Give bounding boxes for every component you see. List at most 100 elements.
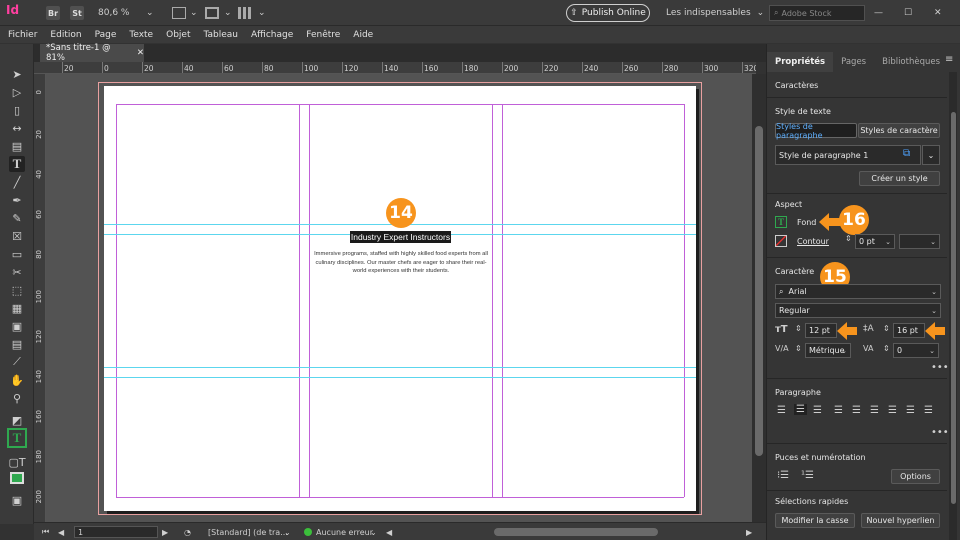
- kerning-field[interactable]: Métrique ⌄: [805, 343, 851, 358]
- maximize-button[interactable]: ☐: [904, 5, 912, 21]
- arrange-documents-icon[interactable]: [238, 7, 252, 19]
- panel-scroll-thumb[interactable]: [951, 112, 956, 504]
- screen-mode-normal-icon[interactable]: ▣: [9, 492, 25, 508]
- gap-tool-icon[interactable]: ↔: [9, 120, 25, 136]
- document-tab[interactable]: *Sans titre-1 @ 81% ✕: [40, 43, 144, 63]
- stroke-stepper-icon[interactable]: ⇕: [845, 234, 852, 243]
- justify-right-icon[interactable]: ☰: [870, 405, 879, 416]
- menu-aide[interactable]: Aide: [353, 30, 373, 40]
- stroke-weight-field[interactable]: 0 pt ⌄: [855, 234, 895, 249]
- leading-stepper-icon[interactable]: ⇕: [883, 324, 890, 333]
- zoom-level[interactable]: 80,6 %: [98, 5, 129, 21]
- arrange-chevron-down-icon[interactable]: ⌄: [258, 5, 266, 21]
- menu-objet[interactable]: Objet: [166, 30, 190, 40]
- panel-menu-icon[interactable]: ≡: [945, 54, 953, 65]
- screen-chevron-down-icon[interactable]: ⌄: [224, 5, 232, 21]
- content-collector-icon[interactable]: ▤: [9, 138, 25, 154]
- fill-swatch-icon[interactable]: T: [775, 216, 787, 228]
- menu-edition[interactable]: Edition: [50, 30, 81, 40]
- profile-chevron-down-icon[interactable]: ⌄: [284, 526, 291, 538]
- more-character-options-icon[interactable]: •••: [931, 362, 949, 373]
- font-family-select[interactable]: ⌕ Arial ⌄: [775, 284, 941, 299]
- rectangle-tool-icon[interactable]: ▭: [9, 246, 25, 262]
- menu-fenetre[interactable]: Fenêtre: [306, 30, 340, 40]
- previous-page-icon[interactable]: ◀: [58, 526, 64, 538]
- ruler-guide[interactable]: [104, 367, 696, 368]
- justify-center-icon[interactable]: ☰: [852, 405, 861, 416]
- contour-label[interactable]: Contour: [797, 237, 829, 246]
- tracking-field[interactable]: 0 ⌄: [893, 343, 939, 358]
- zoom-tool-icon[interactable]: ⚲: [9, 390, 25, 406]
- note-tool-icon[interactable]: ▤: [9, 336, 25, 352]
- default-colors-icon[interactable]: ◩: [9, 412, 25, 428]
- tracking-stepper-icon[interactable]: ⇕: [883, 344, 890, 353]
- menu-page[interactable]: Page: [95, 30, 117, 40]
- horizontal-ruler[interactable]: 20 0 20 40 60 80 100 120 140 160 180 200 220 240 260 28…: [34, 62, 756, 74]
- scroll-right-icon[interactable]: ▶: [746, 526, 752, 538]
- menu-tableau[interactable]: Tableau: [203, 30, 238, 40]
- fond-label[interactable]: Fond: [797, 218, 816, 227]
- preflight-icon[interactable]: ◔: [184, 526, 191, 538]
- align-towards-spine-icon[interactable]: ☰: [906, 405, 915, 416]
- hand-tool-icon[interactable]: ✋: [9, 372, 25, 388]
- error-status[interactable]: Aucune erreur: [316, 526, 373, 538]
- stock-app-button[interactable]: St: [70, 6, 84, 20]
- page-tool-icon[interactable]: ▯: [9, 102, 25, 118]
- leading-field[interactable]: 16 pt: [893, 323, 925, 338]
- screen-mode-icon[interactable]: [205, 7, 219, 19]
- display-chevron-down-icon[interactable]: ⌄: [190, 5, 198, 21]
- bridge-button[interactable]: Br: [46, 6, 60, 20]
- free-transform-tool-icon[interactable]: ⬚: [9, 282, 25, 298]
- adobe-stock-search[interactable]: ⌕ Adobe Stock: [769, 5, 865, 21]
- menu-affichage[interactable]: Affichage: [251, 30, 293, 40]
- close-window-button[interactable]: ✕: [934, 5, 942, 21]
- selected-heading-text[interactable]: Industry Expert Instructors: [350, 231, 451, 243]
- direct-selection-tool-icon[interactable]: ▷: [9, 84, 25, 100]
- scissors-tool-icon[interactable]: ✂: [9, 264, 25, 280]
- gradient-swatch-tool-icon[interactable]: ▦: [9, 300, 25, 316]
- font-size-stepper-icon[interactable]: ⇕: [795, 324, 802, 333]
- modifier-casse-button[interactable]: Modifier la casse: [775, 513, 855, 528]
- errors-chevron-down-icon[interactable]: ⌄: [370, 526, 377, 538]
- panel-scrollbar[interactable]: [949, 72, 957, 540]
- preflight-profile[interactable]: [Standard] (de tra...: [208, 526, 288, 538]
- creer-style-button[interactable]: Créer un style: [859, 171, 940, 186]
- apply-color-icon[interactable]: [10, 472, 24, 484]
- selection-tool-icon[interactable]: ➤: [9, 66, 25, 82]
- styles-caractere-button[interactable]: Styles de caractère: [858, 123, 940, 138]
- type-tool-icon[interactable]: T: [9, 156, 25, 172]
- align-center-icon[interactable]: ☰: [794, 404, 807, 415]
- font-style-select[interactable]: Regular ⌄: [775, 303, 941, 318]
- pasteboard[interactable]: Industry Expert Instructors Immersive pr…: [46, 74, 752, 522]
- style-dropdown-chevron-icon[interactable]: ⌄: [922, 145, 940, 165]
- next-page-icon[interactable]: ▶: [162, 526, 168, 538]
- pen-tool-icon[interactable]: ✒: [9, 192, 25, 208]
- kerning-stepper-icon[interactable]: ⇕: [795, 344, 802, 353]
- nouvel-hyperlien-button[interactable]: Nouvel hyperlien: [861, 513, 940, 528]
- style-override-icon[interactable]: ⧉: [903, 148, 910, 159]
- gradient-feather-tool-icon[interactable]: ▣: [9, 318, 25, 334]
- fill-text-swatch-icon[interactable]: T: [7, 428, 27, 448]
- tab-bibliotheques[interactable]: Bibliothèques: [874, 52, 948, 72]
- eyedropper-tool-icon[interactable]: ⟋: [9, 354, 25, 370]
- workspace-switcher[interactable]: Les indispensables ⌄: [666, 5, 764, 21]
- rectangle-frame-tool-icon[interactable]: ☒: [9, 228, 25, 244]
- vertical-scrollbar[interactable]: [752, 74, 766, 522]
- vertical-ruler[interactable]: 0 20 40 60 80 100 120 140 160 180 200: [34, 74, 46, 522]
- paragraph-style-select[interactable]: Style de paragraphe 1: [775, 145, 921, 165]
- status-menu-icon[interactable]: ◀: [386, 526, 392, 538]
- stroke-type-select[interactable]: ⌄: [899, 234, 940, 249]
- ruler-guide[interactable]: [104, 377, 696, 378]
- formatting-affects-text-icon[interactable]: ▢T: [8, 454, 25, 470]
- document-page[interactable]: Industry Expert Instructors Immersive pr…: [98, 82, 702, 515]
- display-mode-icon[interactable]: [172, 7, 186, 19]
- styles-paragraphe-button[interactable]: Styles de paragraphe: [775, 122, 857, 140]
- minimize-button[interactable]: —: [874, 5, 883, 21]
- zoom-chevron-down-icon[interactable]: ⌄: [146, 5, 154, 21]
- pencil-tool-icon[interactable]: ✎: [9, 210, 25, 226]
- align-left-icon[interactable]: ☰: [777, 405, 786, 416]
- justify-all-icon[interactable]: ☰: [888, 405, 897, 416]
- font-size-field[interactable]: 12 pt: [805, 323, 837, 338]
- align-away-spine-icon[interactable]: ☰: [924, 405, 933, 416]
- more-paragraph-options-icon[interactable]: •••: [931, 427, 949, 438]
